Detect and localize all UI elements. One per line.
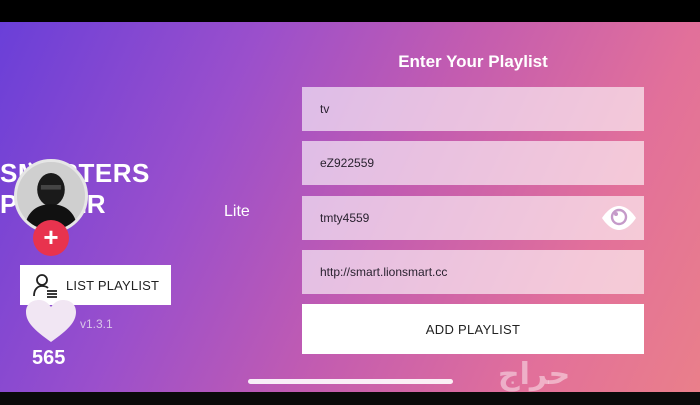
list-playlist-label: LIST PLAYLIST: [66, 277, 160, 293]
user-list-icon: [33, 274, 57, 298]
playlist-name-field[interactable]: tv: [302, 87, 644, 131]
form-title: Enter Your Playlist: [398, 52, 548, 71]
watermark: حراج: [498, 357, 571, 392]
app-screen: SMARTERS PLAYER Lite + LIST PLAYLIST v1.…: [0, 22, 700, 392]
heart-icon[interactable]: [24, 298, 78, 344]
username-field[interactable]: eZ922559: [302, 141, 644, 185]
add-profile-button[interactable]: +: [33, 220, 69, 256]
playlist-name-value: tv: [320, 102, 330, 116]
server-url-field[interactable]: http://smart.lionsmart.cc: [302, 250, 644, 294]
password-value: tmty4559: [320, 211, 370, 225]
bottom-black-bar: [0, 392, 700, 405]
eye-icon[interactable]: [600, 204, 638, 232]
app-version: v1.3.1: [80, 317, 113, 331]
favorite-count: 565: [32, 347, 66, 369]
app-logo-sub: Lite: [224, 203, 250, 220]
username-value: eZ922559: [320, 156, 375, 170]
add-playlist-button[interactable]: ADD PLAYLIST: [302, 304, 644, 354]
password-field[interactable]: tmty4559: [302, 196, 644, 240]
server-url-value: http://smart.lionsmart.cc: [320, 265, 448, 279]
home-indicator: [248, 379, 453, 384]
